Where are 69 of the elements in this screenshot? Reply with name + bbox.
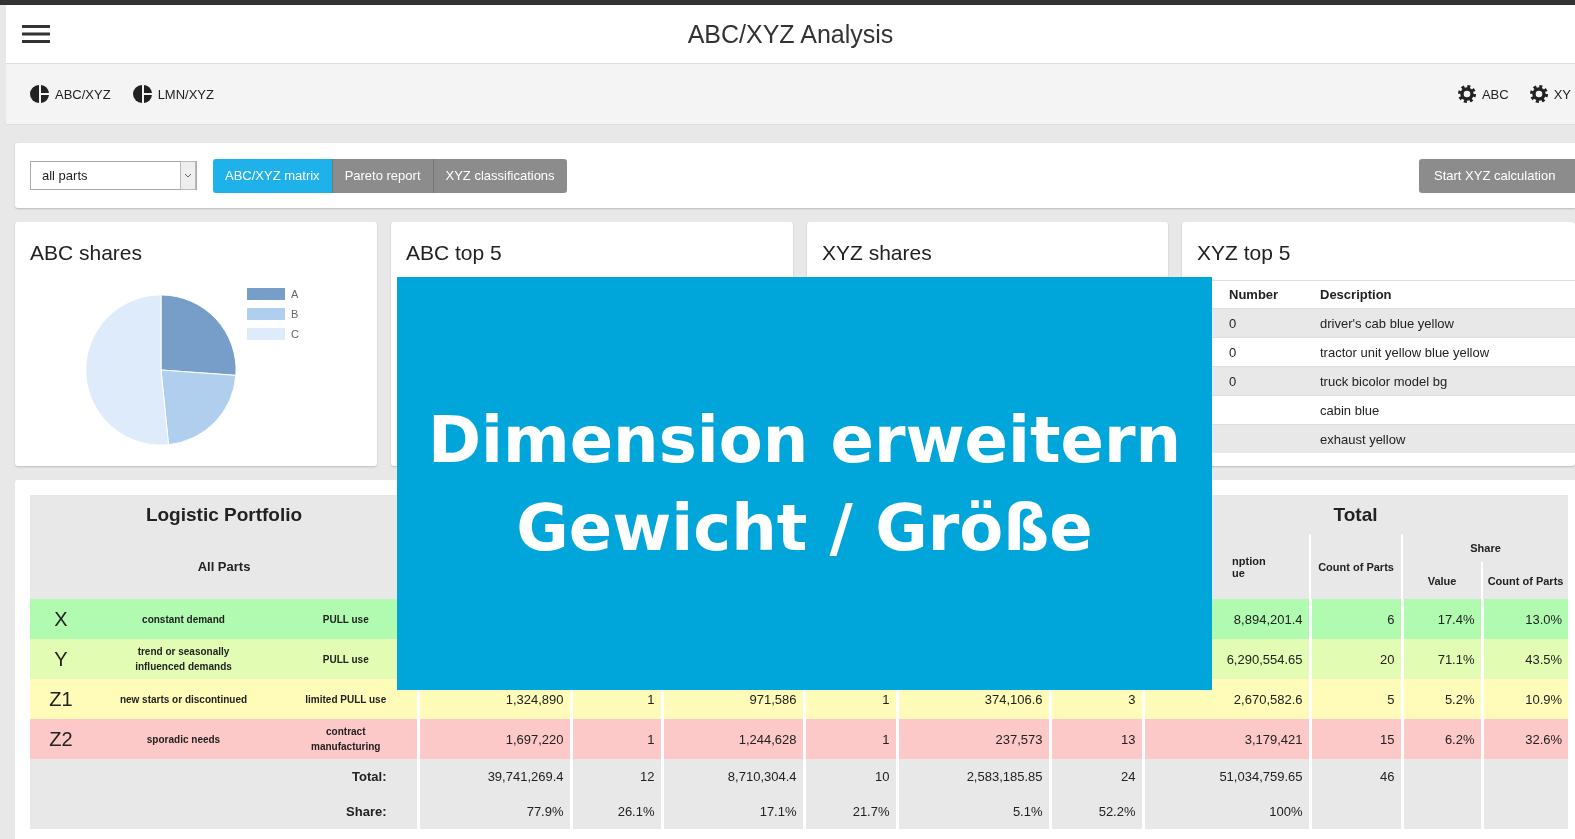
table-cell: 1	[804, 719, 898, 759]
toolbar-button[interactable]: XY	[1524, 80, 1575, 108]
table-cell: 32.6%	[1482, 719, 1569, 759]
table-cell: 13	[1050, 719, 1144, 759]
table-cell: PULL use	[275, 639, 419, 679]
table-heading: Logistic Portfolio	[30, 495, 419, 534]
window-title: ABC/XYZ Analysis	[687, 19, 894, 49]
table-cell: 46	[1310, 759, 1403, 794]
legend-label: C	[291, 328, 299, 340]
table-cell: 21.7%	[804, 794, 898, 829]
table-cell: X	[30, 599, 92, 639]
table-cell: limited PULL use	[275, 679, 419, 719]
table-cell: 17.1%	[662, 794, 805, 829]
table-cell: Y	[30, 639, 92, 679]
table-cell: 1,697,220	[418, 719, 572, 759]
settings-icon	[1456, 84, 1477, 104]
table-cell: 5.1%	[897, 794, 1051, 829]
table-subheading: All Parts	[30, 534, 419, 599]
pie-chart-icon	[132, 84, 153, 104]
column-header: Description	[1320, 280, 1575, 309]
table-cell: 24	[1050, 759, 1144, 794]
table-cell: Total:	[275, 759, 419, 794]
table-cell: truck bicolor model bg	[1320, 366, 1575, 396]
banner-text: Dimension erweitern	[427, 401, 1182, 479]
table-cell: 2,583,185.85	[897, 759, 1051, 794]
table-cell: trend or seasonally influenced demands	[92, 639, 275, 679]
table-cell: 15	[1310, 719, 1403, 759]
column-header: Share	[1402, 534, 1569, 562]
table-cell: 1	[571, 719, 663, 759]
legend-label: A	[291, 288, 299, 300]
table-cell: sporadic needs	[92, 719, 275, 759]
table-cell: Share:	[275, 794, 419, 829]
table-heading: Total	[1143, 495, 1569, 534]
caret-icon	[180, 161, 196, 190]
table-cell: 8,710,304.4	[662, 759, 805, 794]
pie-chart-icon	[30, 84, 50, 104]
table-cell: Z1	[30, 679, 92, 719]
dropdown-field[interactable]: all parts	[30, 161, 197, 190]
card-title: ABC top 5	[405, 240, 503, 266]
table-cell: constant demand	[92, 599, 275, 639]
table-cell: 237,573	[897, 719, 1051, 759]
table-cell: contract manufacturing	[275, 719, 419, 759]
table-cell: 6.2%	[1402, 719, 1483, 759]
banner-text: Gewicht / Größe	[516, 489, 1093, 567]
table-cell: 12	[571, 759, 663, 794]
toolbar-button[interactable]: LMN/XYZ	[128, 80, 218, 108]
card-title: ABC shares	[29, 240, 144, 266]
table-cell: Z2	[30, 719, 92, 759]
table-cell: 77.9%	[418, 794, 572, 829]
toolbar-button[interactable]: ABC/XYZ	[26, 80, 115, 108]
card-title: XYZ shares	[821, 240, 933, 266]
table-cell: PULL use	[275, 599, 419, 639]
table-cell: exhaust yellow	[1320, 424, 1575, 453]
table-cell: 26.1%	[571, 794, 663, 829]
table-cell: new starts or discontinued	[92, 679, 275, 719]
toolbar-button[interactable]: ABC	[1452, 80, 1513, 108]
settings-icon	[1528, 84, 1549, 104]
menu-icon[interactable]	[22, 24, 50, 44]
table-cell: 39,741,269.4	[418, 759, 572, 794]
table-cell: 1,244,628	[662, 719, 805, 759]
table-cell: 3,179,421	[1143, 719, 1311, 759]
table-cell: 100%	[1143, 794, 1311, 829]
table-cell: 52.2%	[1050, 794, 1144, 829]
legend-label: B	[291, 308, 299, 320]
table-cell: 51,034,759.65	[1143, 759, 1311, 794]
column-header: Number	[1182, 280, 1320, 309]
table-cell: 10	[804, 759, 898, 794]
table-cell: driver's cab blue yellow	[1320, 308, 1575, 338]
card-title: XYZ top 5	[1196, 240, 1292, 266]
